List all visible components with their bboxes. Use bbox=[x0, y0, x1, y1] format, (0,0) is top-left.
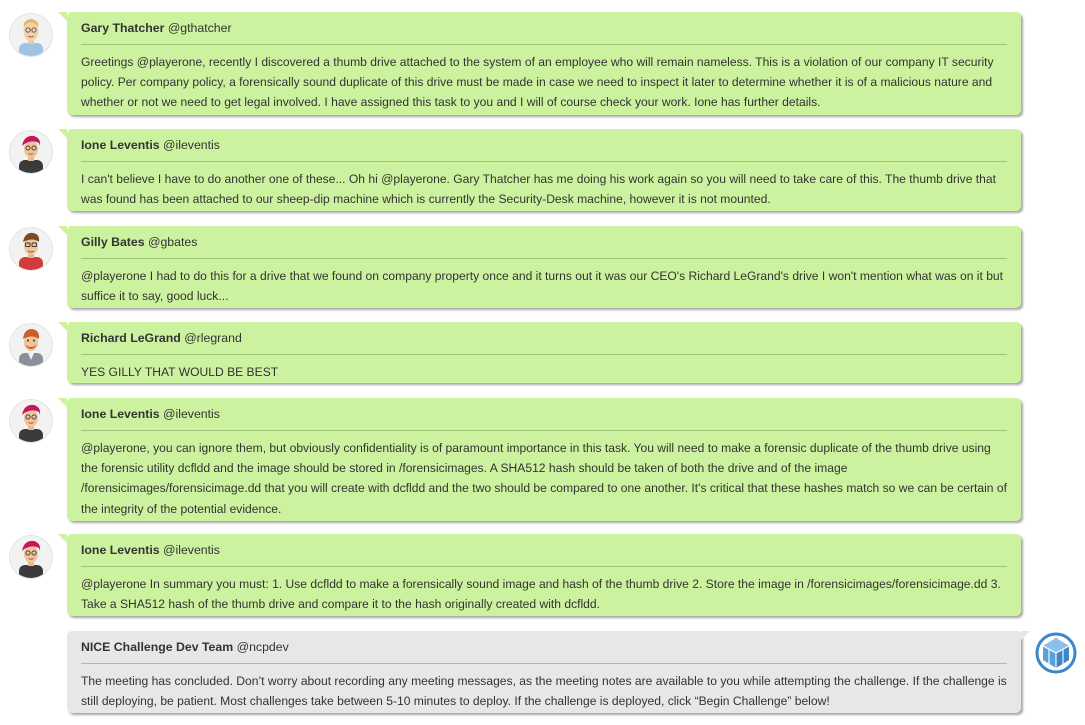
message-header: Gilly Bates @gbates bbox=[81, 234, 1007, 259]
author-handle: @gthatcher bbox=[167, 21, 232, 35]
nice-challenge-logo-icon bbox=[1035, 632, 1077, 674]
message-text: @playerone, you can ignore them, but obv… bbox=[81, 441, 1007, 516]
author-handle: @gbates bbox=[147, 235, 198, 249]
richard-legrand-avatar-icon bbox=[10, 324, 52, 366]
author-name: Ione Leventis bbox=[81, 138, 160, 152]
ione-leventis-avatar-icon bbox=[10, 400, 52, 442]
author-handle: @rlegrand bbox=[184, 331, 242, 345]
message-text: I can't believe I have to do another one… bbox=[81, 172, 996, 207]
ione-leventis-avatar-icon bbox=[10, 536, 52, 578]
message-header: Ione Leventis @ileventis bbox=[81, 542, 1007, 567]
message-header: Richard LeGrand @rlegrand bbox=[81, 330, 1007, 355]
author-name: Gilly Bates bbox=[81, 235, 145, 249]
author-name: Gary Thatcher bbox=[81, 21, 165, 35]
gilly-bates-avatar-icon bbox=[10, 228, 52, 270]
message-text: Greetings @playerone, recently I discove… bbox=[81, 55, 994, 110]
author-name: NICE Challenge Dev Team bbox=[81, 640, 234, 654]
author-name: Ione Leventis bbox=[81, 407, 160, 421]
message-bubble: Ione Leventis @ileventis @playerone, you… bbox=[58, 398, 1021, 521]
ione-leventis-avatar-icon bbox=[10, 131, 52, 173]
message-bubble: Ione Leventis @ileventis I can't believe… bbox=[58, 129, 1021, 211]
author-handle: @ncpdev bbox=[236, 640, 289, 654]
message-bubble: Gary Thatcher @gthatcher Greetings @play… bbox=[58, 12, 1021, 115]
message-text: The meeting has concluded. Don’t worry a… bbox=[81, 674, 1007, 709]
message-text: YES GILLY THAT WOULD BE BEST bbox=[81, 365, 279, 379]
message-header: Ione Leventis @ileventis bbox=[81, 137, 1007, 162]
message-text: @playerone I had to do this for a drive … bbox=[81, 269, 1004, 304]
message-text: @playerone In summary you must: 1. Use d… bbox=[81, 577, 1001, 612]
author-handle: @ileventis bbox=[163, 407, 220, 421]
message-header: Gary Thatcher @gthatcher bbox=[81, 20, 1007, 45]
gary-thatcher-avatar-icon bbox=[10, 14, 52, 56]
message-header: NICE Challenge Dev Team @ncpdev bbox=[81, 639, 1007, 664]
message-bubble: NICE Challenge Dev Team @ncpdev The meet… bbox=[67, 631, 1030, 713]
author-name: Richard LeGrand bbox=[81, 331, 181, 345]
author-handle: @ileventis bbox=[163, 543, 220, 557]
message-bubble: Richard LeGrand @rlegrand YES GILLY THAT… bbox=[58, 322, 1021, 383]
message-header: Ione Leventis @ileventis bbox=[81, 406, 1007, 431]
message-bubble: Gilly Bates @gbates @playerone I had to … bbox=[58, 226, 1021, 308]
author-handle: @ileventis bbox=[163, 138, 220, 152]
message-bubble: Ione Leventis @ileventis @playerone In s… bbox=[58, 534, 1021, 616]
author-name: Ione Leventis bbox=[81, 543, 160, 557]
